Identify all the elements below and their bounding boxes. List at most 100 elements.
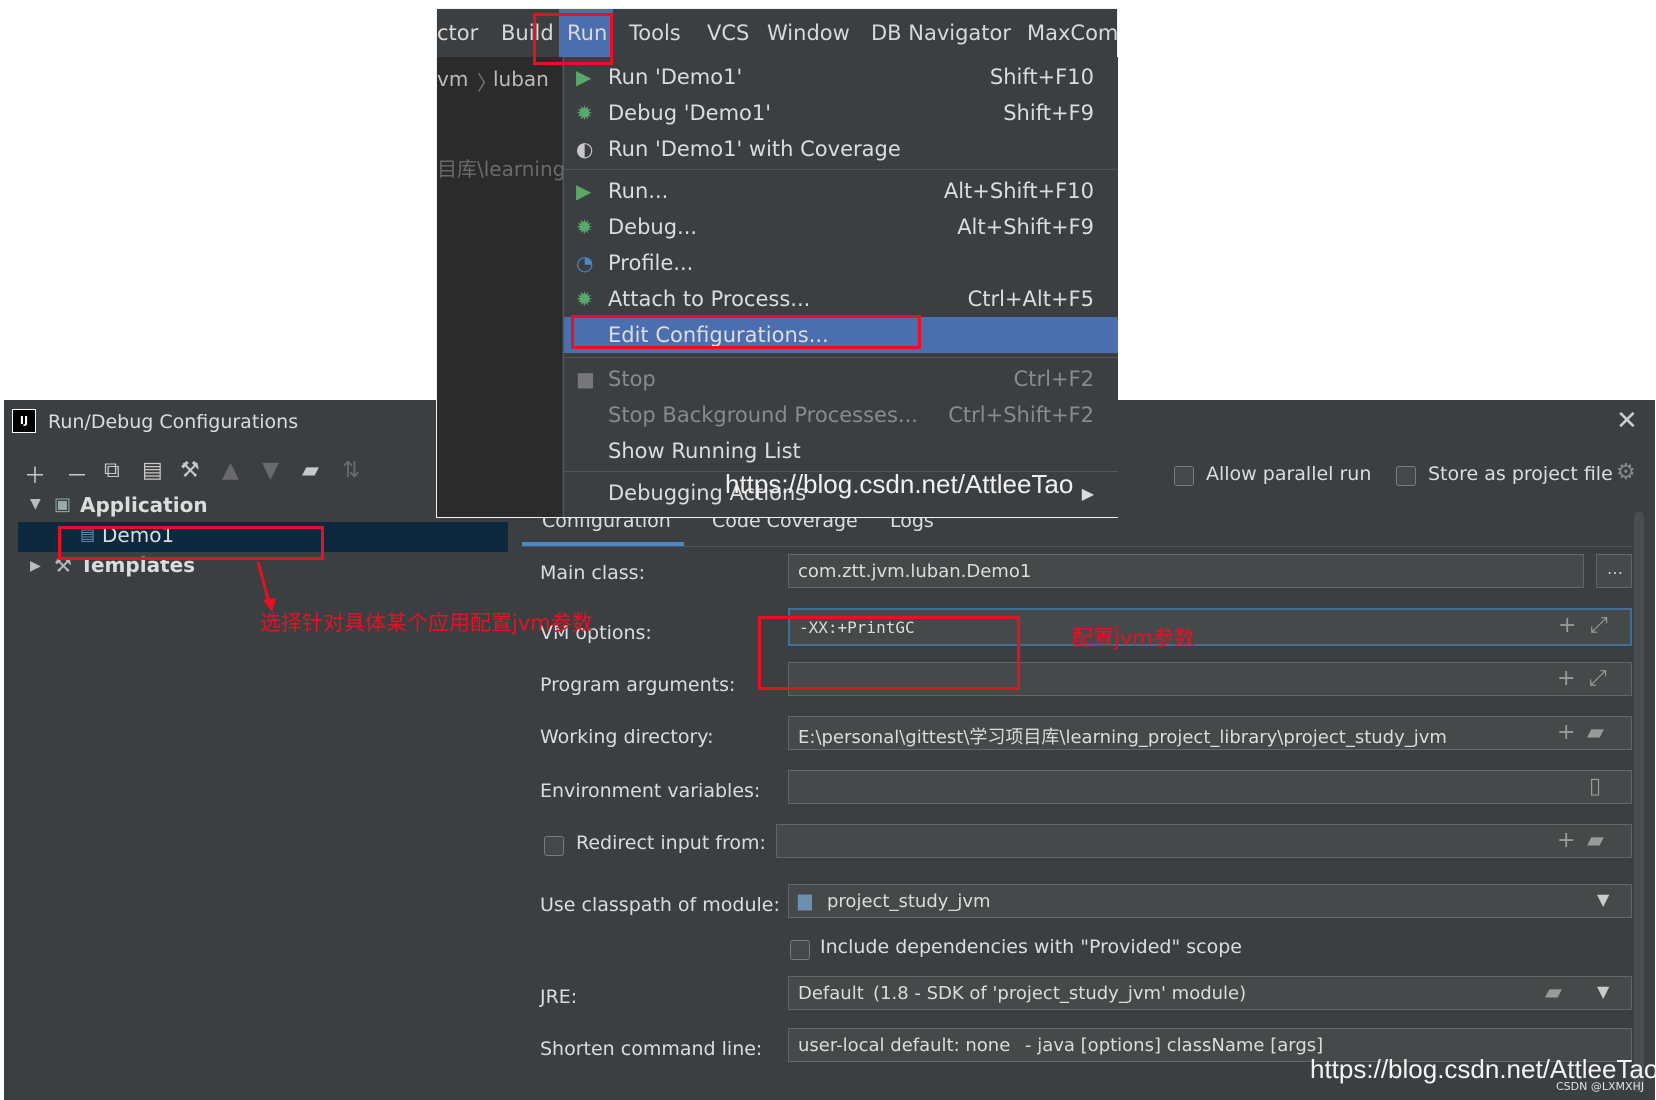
dialog-title: Run/Debug Configurations — [48, 411, 299, 433]
redirect-input-label: Redirect input from: — [576, 832, 766, 854]
redirect-input-field[interactable]: + ▰ — [776, 824, 1632, 858]
menu-item-run-demo1[interactable]: ▶ Run 'Demo1' Shift+F10 — [564, 59, 1118, 95]
tree-item-application[interactable]: Application — [80, 493, 208, 517]
jre-select[interactable]: Default (1.8 - SDK of 'project_study_jvm… — [788, 976, 1632, 1010]
add-icon[interactable]: + — [1557, 666, 1575, 691]
menu-item-label: Attach to Process... — [608, 287, 811, 311]
annotation-config-jvm-note: 配置jvm参数 — [1072, 626, 1195, 650]
menu-item-label: Debug 'Demo1' — [608, 101, 772, 125]
add-icon[interactable]: + — [1557, 828, 1575, 853]
stop-icon: ■ — [576, 367, 595, 391]
breadcrumb-vm[interactable]: vm — [437, 67, 468, 91]
program-arguments-label: Program arguments: — [540, 674, 736, 696]
watermark-csdn: CSDN @LXMXHJ — [1556, 1080, 1645, 1093]
attach-bug-icon: ✹ — [576, 287, 593, 311]
edit-list-icon[interactable]: ▯ — [1589, 774, 1601, 799]
menu-item-run-with-coverage[interactable]: ◐ Run 'Demo1' with Coverage — [564, 131, 1118, 167]
add-icon[interactable]: + — [1557, 720, 1575, 745]
classpath-module-label: Use classpath of module: — [540, 894, 780, 916]
chevron-down-icon[interactable]: ▼ — [1597, 982, 1609, 1001]
redirect-input-checkbox[interactable] — [544, 836, 564, 856]
add-icon[interactable]: ＋ — [24, 458, 46, 490]
play-icon: ▶ — [576, 65, 592, 89]
working-directory-label: Working directory: — [540, 726, 714, 748]
menu-item-shortcut: Alt+Shift+F10 — [943, 179, 1094, 203]
menu-item-run-ellipsis[interactable]: ▶ Run... Alt+Shift+F10 — [564, 173, 1118, 209]
shorten-command-line-label: Shorten command line: — [540, 1038, 763, 1060]
menu-item-label: Debug... — [608, 215, 698, 239]
browse-main-class-button[interactable]: … — [1596, 554, 1632, 588]
menu-item-profile[interactable]: ◔ Profile... — [564, 245, 1118, 281]
breadcrumb-luban[interactable]: luban — [493, 67, 549, 91]
menu-window[interactable]: Window — [767, 21, 850, 45]
collapsed-triangle-icon[interactable]: ▶ — [30, 558, 41, 574]
folder-icon[interactable]: ▰ — [1587, 720, 1604, 745]
move-up-icon[interactable]: ▲ — [222, 458, 239, 483]
main-class-input[interactable]: com.ztt.jvm.luban.Demo1 — [788, 554, 1584, 588]
menu-item-show-running-list[interactable]: Show Running List — [564, 433, 1118, 469]
classpath-module-value: project_study_jvm — [827, 891, 991, 912]
menu-item-shortcut: Shift+F9 — [1003, 101, 1094, 125]
menu-item-label: Run... — [608, 179, 669, 203]
close-icon[interactable]: ✕ — [1616, 406, 1638, 436]
module-icon: ▆ — [798, 890, 812, 911]
sort-icon[interactable]: ⇅ — [342, 458, 360, 483]
new-folder-icon[interactable]: ▰ — [302, 458, 319, 483]
move-down-icon[interactable]: ▼ — [262, 458, 279, 483]
allow-parallel-run-checkbox[interactable] — [1174, 466, 1194, 486]
menu-maxcom[interactable]: MaxCom — [1027, 21, 1118, 45]
expand-icon[interactable]: ⤢ — [1590, 613, 1608, 638]
expanded-triangle-icon[interactable]: ▼ — [30, 496, 41, 512]
menu-item-shortcut: Ctrl+Shift+F2 — [948, 403, 1094, 427]
main-class-label: Main class: — [540, 562, 645, 584]
working-directory-input[interactable]: E:\personal\gittest\学习项目库\learning_proje… — [788, 716, 1632, 750]
gauge-icon: ◔ — [576, 251, 594, 275]
menu-item-stop-background[interactable]: Stop Background Processes... Ctrl+Shift+… — [564, 397, 1118, 433]
run-dropdown-menu: ▶ Run 'Demo1' Shift+F10 ✹ Debug 'Demo1' … — [563, 57, 1118, 517]
shorten-command-line-detail: - java [options] className [args] — [1025, 1035, 1324, 1056]
menu-item-attach-to-process[interactable]: ✹ Attach to Process... Ctrl+Alt+F5 — [564, 281, 1118, 317]
folder-icon[interactable]: ▰ — [1545, 980, 1562, 1005]
configuration-panel: Configuration Code Coverage Logs Main cl… — [522, 492, 1632, 1100]
scrollbar[interactable] — [1634, 512, 1644, 1092]
menu-item-shortcut: Shift+F10 — [989, 65, 1094, 89]
menu-item-label: Run 'Demo1' with Coverage — [608, 137, 901, 161]
shorten-command-line-value: user-local default: none — [798, 1035, 1011, 1056]
include-dependencies-label: Include dependencies with "Provided" sco… — [820, 936, 1242, 958]
run-menu-screenshot: ctor Build Run Tools VCS Window DB Navig… — [436, 8, 1118, 518]
jre-value: Default — [798, 983, 864, 1004]
main-class-value: com.ztt.jvm.luban.Demo1 — [798, 561, 1032, 582]
menu-refactor[interactable]: ctor — [437, 21, 478, 45]
menu-item-stop[interactable]: ■ Stop Ctrl+F2 — [564, 361, 1118, 397]
classpath-module-select[interactable]: ▆ project_study_jvm ▼ — [788, 884, 1632, 918]
menu-db-navigator[interactable]: DB Navigator — [871, 21, 1011, 45]
include-dependencies-checkbox[interactable] — [790, 940, 810, 960]
chevron-down-icon[interactable]: ▼ — [1597, 890, 1609, 909]
annotation-box-demo1 — [58, 526, 324, 560]
menu-item-label: Show Running List — [608, 439, 801, 463]
submenu-arrow-icon: ▶ — [1081, 484, 1094, 503]
annotation-box-run-menu — [533, 13, 613, 65]
expand-icon[interactable]: ⤢ — [1589, 666, 1607, 691]
annotation-box-vm-options — [758, 616, 1020, 690]
copy-icon[interactable]: ⧉ — [104, 458, 120, 483]
store-as-project-file-checkbox[interactable] — [1396, 466, 1416, 486]
menu-separator — [564, 357, 1118, 358]
editor-path-fragment: 目库\learning — [437, 157, 566, 181]
menu-item-label: Stop Background Processes... — [608, 403, 918, 427]
remove-icon[interactable]: － — [66, 458, 88, 490]
gear-icon[interactable]: ⚙ — [1616, 460, 1636, 485]
menu-item-debug-ellipsis[interactable]: ✹ Debug... Alt+Shift+F9 — [564, 209, 1118, 245]
wrench-icon[interactable]: ⚒ — [180, 458, 200, 483]
environment-variables-input[interactable]: ▯ — [788, 770, 1632, 804]
menu-item-debug-demo1[interactable]: ✹ Debug 'Demo1' Shift+F9 — [564, 95, 1118, 131]
save-icon[interactable]: ▤ — [142, 458, 163, 483]
menu-tools[interactable]: Tools — [629, 21, 681, 45]
tabs-divider — [522, 546, 1632, 547]
add-icon[interactable]: + — [1558, 613, 1576, 638]
folder-icon[interactable]: ▰ — [1587, 828, 1604, 853]
menu-vcs[interactable]: VCS — [707, 21, 749, 45]
working-directory-value: E:\personal\gittest\学习项目库\learning_proje… — [798, 727, 1447, 748]
jre-detail: (1.8 - SDK of 'project_study_jvm' module… — [873, 983, 1247, 1004]
ellipsis-icon: … — [1607, 559, 1623, 578]
